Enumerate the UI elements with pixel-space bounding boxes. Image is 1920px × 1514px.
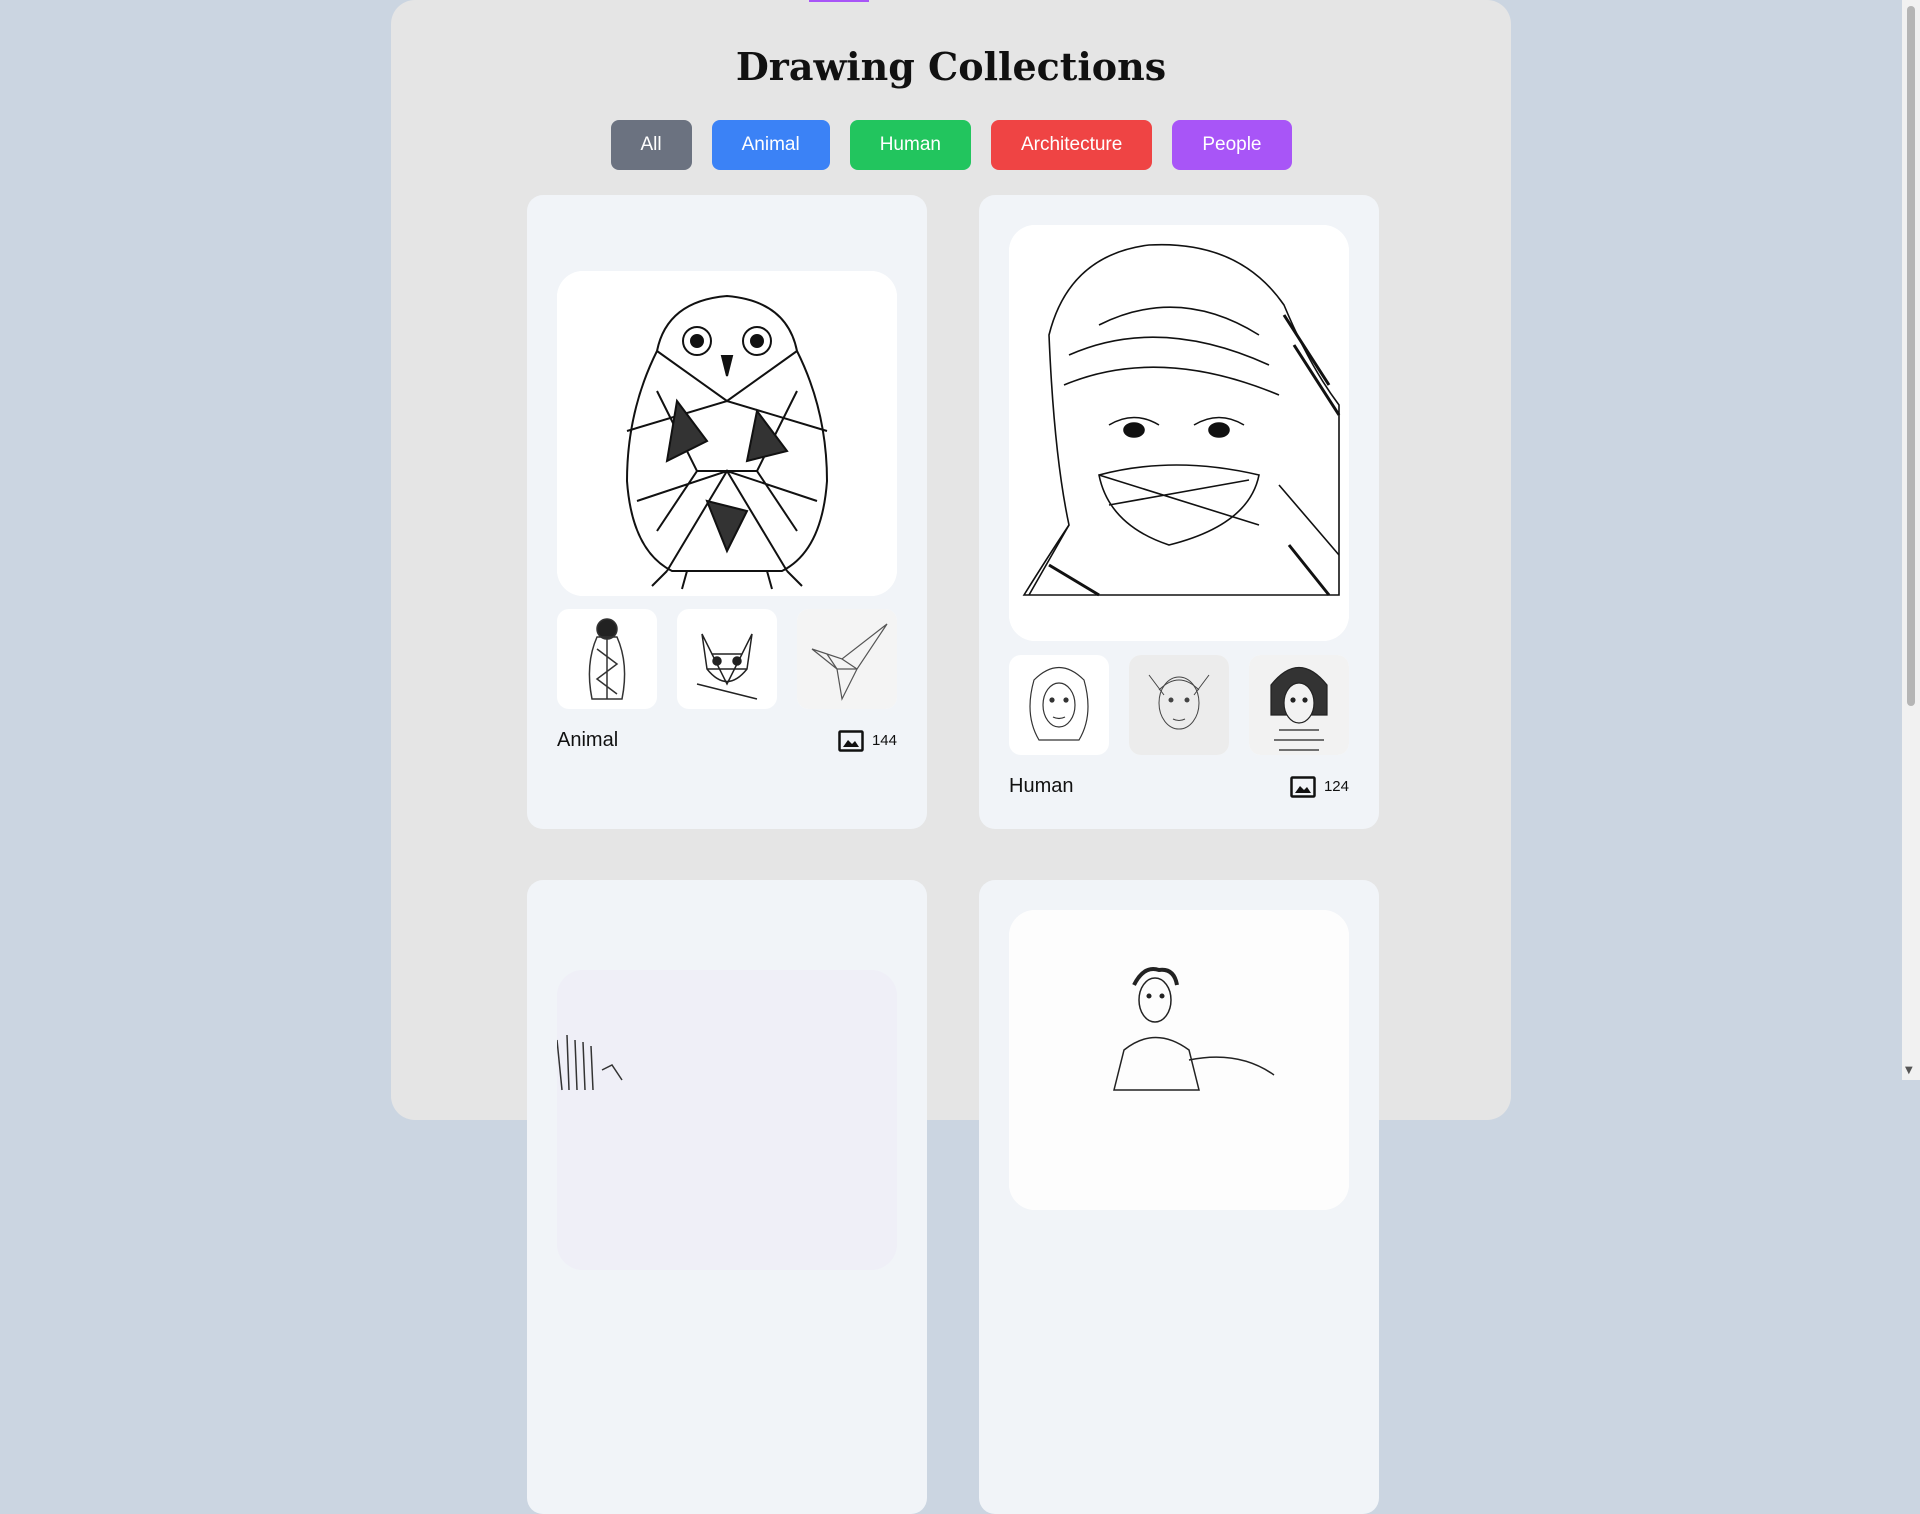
image-icon xyxy=(838,729,864,752)
card-main-image-man[interactable] xyxy=(1009,910,1349,1210)
card-footer: Human 124 xyxy=(1009,775,1349,798)
portrait-sketch-image xyxy=(1249,655,1349,755)
portrait-sketch-image xyxy=(1129,655,1229,755)
card-title: Animal xyxy=(557,729,619,751)
thumb-portrait-2[interactable] xyxy=(1129,655,1229,755)
card-main-image-architecture[interactable] xyxy=(557,970,897,1270)
card-count-value: 124 xyxy=(1323,778,1349,795)
card-main-image-owl[interactable] xyxy=(557,271,897,596)
architecture-sketch-image xyxy=(557,970,897,1270)
collection-card-architecture[interactable] xyxy=(527,880,927,1514)
cat-sketch-image xyxy=(696,633,758,700)
card-count: 124 xyxy=(1290,775,1349,798)
card-count: 144 xyxy=(838,729,897,752)
owl-sketch-image xyxy=(557,271,897,596)
filter-all-button[interactable]: All xyxy=(610,120,692,170)
collections-container: Drawing Collections All Animal Human Arc… xyxy=(391,0,1511,1514)
collection-card-animal[interactable]: Animal 144 xyxy=(527,195,927,829)
card-thumbnails xyxy=(1009,655,1349,755)
portrait-sketch-image xyxy=(1029,666,1089,741)
scroll-down-arrow-icon[interactable]: ▼ xyxy=(1905,1065,1913,1076)
collection-card-people[interactable] xyxy=(979,880,1379,1514)
card-footer: Animal 144 xyxy=(557,729,897,752)
filter-architecture-button[interactable]: Architecture xyxy=(990,120,1153,170)
thumb-bird[interactable] xyxy=(797,609,897,709)
page-scrollbar[interactable]: ▼ xyxy=(1902,0,1920,1080)
woman-sketch-image xyxy=(1009,225,1349,641)
filter-people-button[interactable]: People xyxy=(1172,120,1292,170)
thumb-penguin[interactable] xyxy=(557,609,657,709)
card-main-image-woman[interactable] xyxy=(1009,225,1349,641)
man-sketch-image xyxy=(1009,910,1349,1210)
filter-animal-button[interactable]: Animal xyxy=(711,120,830,170)
penguin-sketch-image xyxy=(588,618,626,700)
card-thumbnails xyxy=(557,609,897,709)
collection-card-human[interactable]: Human 124 xyxy=(979,195,1379,829)
thumb-cat[interactable] xyxy=(677,609,777,709)
card-count-value: 144 xyxy=(871,732,897,749)
thumb-portrait-3[interactable] xyxy=(1249,655,1349,755)
bird-sketch-image xyxy=(797,609,897,709)
filter-bar: All Animal Human Architecture People xyxy=(391,120,1511,170)
page-title: Drawing Collections xyxy=(735,44,1167,89)
top-accent-bar xyxy=(809,0,869,2)
card-title: Human xyxy=(1009,775,1074,797)
filter-human-button[interactable]: Human xyxy=(849,120,971,170)
thumb-portrait-1[interactable] xyxy=(1009,655,1109,755)
image-icon xyxy=(1290,775,1316,798)
scrollbar-thumb[interactable] xyxy=(1907,6,1915,706)
